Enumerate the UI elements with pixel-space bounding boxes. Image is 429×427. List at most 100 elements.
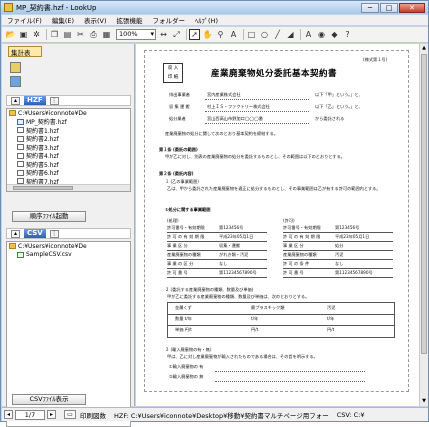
fit-page-icon[interactable]: ⤢ — [171, 29, 182, 40]
table-rule — [283, 277, 393, 278]
copy-icon[interactable]: ❐ — [49, 29, 60, 40]
folder-view-icon[interactable] — [10, 62, 21, 73]
zoom-tool-icon[interactable]: ⚲ — [215, 29, 226, 40]
fill-tool-icon[interactable]: ◢ — [285, 29, 296, 40]
hzf-tree-scrollbar[interactable] — [7, 184, 130, 191]
scroll-up-icon[interactable]: ▲ — [421, 45, 427, 52]
party-label-2: 収 集 運 搬 — [169, 104, 190, 109]
table-rule — [167, 259, 267, 260]
image-view-icon[interactable] — [10, 76, 21, 87]
intro-text: 産業廃棄物の処分に関して次のとおり基本契約を締結する。 — [165, 131, 278, 136]
document-page: (様式第１号) 収 入 印 紙 産業廃棄物処分委託基本契約書 排出事業者 宮内産… — [144, 50, 409, 392]
preview-icon[interactable]: ▦ — [101, 29, 112, 40]
section-1-text: 甲が乙に対し、別表の産業廃棄物の処分を委託するものとし、その範囲は以下のとおりと… — [165, 154, 345, 159]
page-indicator[interactable]: 1/7 — [15, 409, 45, 420]
title-bar[interactable]: MP_契約書.hzf - LookUp ─ □ ✕ — [1, 1, 428, 14]
ellipse-tool-icon[interactable]: ○ — [259, 29, 270, 40]
toolbar: 📂 ▣ ✲ ❐ ▤ ✂ ⎙ ▦ 100% ↔ ⤢ ➚ ✋ ⚲ A □ ○ ╱ ◢… — [2, 27, 428, 43]
party-name-3: 宮山西高山市野加口◯◯◯番 — [207, 116, 263, 121]
stamp-tool-icon[interactable]: ◉ — [316, 29, 327, 40]
open-folder-icon[interactable]: 📂 — [5, 29, 16, 40]
csv-options-icon[interactable]: ⋮ — [49, 229, 59, 238]
license-table-cell: 収集・運搬 — [219, 243, 240, 248]
menu-view[interactable]: 表示(V) — [79, 15, 112, 25]
tree-item[interactable]: 契約書2.hzf — [7, 135, 130, 143]
print-count-label: 印刷図数 — [80, 411, 106, 420]
close-button[interactable]: ✕ — [399, 2, 425, 13]
collapse-icon[interactable]: ▴ — [11, 96, 20, 105]
menu-extensions[interactable]: 拡張機能 — [112, 15, 148, 25]
launch-sequence-file-button[interactable]: 順序ﾌｧｲﾙ起動 — [12, 211, 86, 222]
folder-icon — [9, 243, 16, 250]
tree-item[interactable]: SampleCSV.csv — [7, 251, 130, 260]
help-icon[interactable]: ? — [342, 29, 353, 40]
license-table-cell: 許 可 の 有 効 期 限 — [167, 234, 205, 239]
file-icon — [17, 161, 24, 168]
toolbar-divider — [186, 29, 187, 40]
license-table-cell: 許 可 の 条 件 — [283, 261, 310, 266]
save-icon[interactable]: ▣ — [18, 29, 29, 40]
menu-file[interactable]: ファイル(F) — [2, 15, 47, 25]
quantity-table-cell: 円/t — [251, 327, 259, 332]
status-bar: ◂ 1/7 ▸ ▭ 印刷図数 HZF: C:¥Users¥iconnote¥De… — [2, 407, 428, 421]
file-icon — [17, 169, 24, 176]
print-icon[interactable]: ⎙ — [88, 29, 99, 40]
zoom-select[interactable]: 100% — [116, 29, 156, 40]
tree-item[interactable]: C:¥Users¥iconnote¥De — [7, 109, 130, 118]
hzf-icon — [17, 118, 24, 125]
license-table-cell: 処分 — [335, 243, 344, 248]
bold-tool-icon[interactable]: A — [303, 29, 314, 40]
license-table-cell: 許 可 番 号 — [283, 270, 304, 275]
tree-item[interactable]: C:¥Users¥iconnote¥De — [7, 242, 130, 251]
paste-icon[interactable]: ▤ — [62, 29, 73, 40]
menu-help[interactable]: ﾍﾙﾌﾟ(H) — [190, 15, 223, 25]
license-table-cell: 許 可 の 有 効 期 限 — [283, 234, 321, 239]
csv-icon — [17, 251, 24, 258]
next-page-icon[interactable]: ▸ — [47, 410, 56, 419]
document-canvas[interactable]: (様式第１号) 収 入 印 紙 産業廃棄物処分委託基本契約書 排出事業者 宮内産… — [136, 44, 428, 406]
table-rule — [283, 250, 393, 251]
quantity-table-cell: t/年 — [251, 316, 259, 321]
tree-item[interactable]: 契約書6.hzf — [7, 169, 130, 177]
menu-folder[interactable]: フォルダー — [148, 15, 191, 25]
tree-item[interactable]: 契約書3.hzf — [7, 143, 130, 152]
rectangle-tool-icon[interactable]: □ — [246, 29, 257, 40]
hzf-options-icon[interactable]: ⋮ — [49, 96, 59, 105]
app-icon — [4, 3, 13, 12]
text-tool-icon[interactable]: A — [228, 29, 239, 40]
summary-tab-button[interactable]: 集計表 — [8, 46, 42, 57]
tree-item[interactable]: 契約書5.hzf — [7, 160, 130, 169]
prev-page-icon[interactable]: ◂ — [4, 410, 13, 419]
hand-tool-icon[interactable]: ✋ — [202, 29, 213, 40]
table-rule — [167, 314, 395, 315]
collapse-icon[interactable]: ▴ — [11, 229, 20, 238]
underline — [205, 99, 309, 100]
scroll-down-icon[interactable]: ▼ — [421, 398, 427, 405]
minimize-button[interactable]: ─ — [361, 2, 379, 13]
license-table-cell: 許可番号・有効期限 — [283, 225, 321, 230]
quantity-table-cell: 数量 t/年 — [175, 316, 192, 321]
import-no: ②輸入廃棄物の 無 — [169, 374, 204, 379]
line-tool-icon[interactable]: ╱ — [272, 29, 283, 40]
fit-width-icon[interactable]: ↔ — [158, 29, 169, 40]
palette-icon[interactable]: ◆ — [329, 29, 340, 40]
table-rule — [167, 250, 267, 251]
print-count-icon[interactable]: ▭ — [64, 410, 76, 419]
section-4-heading: ３ (輸入廃棄物の有・無) — [165, 347, 212, 352]
settings-icon[interactable]: ✲ — [31, 29, 42, 40]
tree-item[interactable]: 契約書1.hzf — [7, 126, 130, 135]
tree-item[interactable]: MP_契約書.hzf — [7, 118, 130, 126]
menu-edit[interactable]: 編集(E) — [47, 15, 79, 25]
document-scrollbar[interactable]: ▲ ▼ — [419, 44, 428, 406]
show-csv-file-button[interactable]: CSVﾌｧｲﾙ表示 — [12, 394, 86, 405]
pointer-tool-icon[interactable]: ➚ — [189, 29, 200, 40]
file-icon — [17, 144, 24, 151]
cut-icon[interactable]: ✂ — [75, 29, 86, 40]
hzf-file-tree[interactable]: C:¥Users¥iconnote¥De MP_契約書.hzf 契約書1.hzf 契約… — [6, 108, 131, 192]
scroll-thumb[interactable] — [421, 54, 427, 354]
tree-item[interactable]: 契約書4.hzf — [7, 152, 130, 160]
license-table-cell: なし — [219, 261, 228, 266]
maximize-button[interactable]: □ — [380, 2, 398, 13]
table-rule — [167, 268, 267, 269]
section-1-heading: 第１条 (委託の範囲) — [159, 147, 198, 152]
